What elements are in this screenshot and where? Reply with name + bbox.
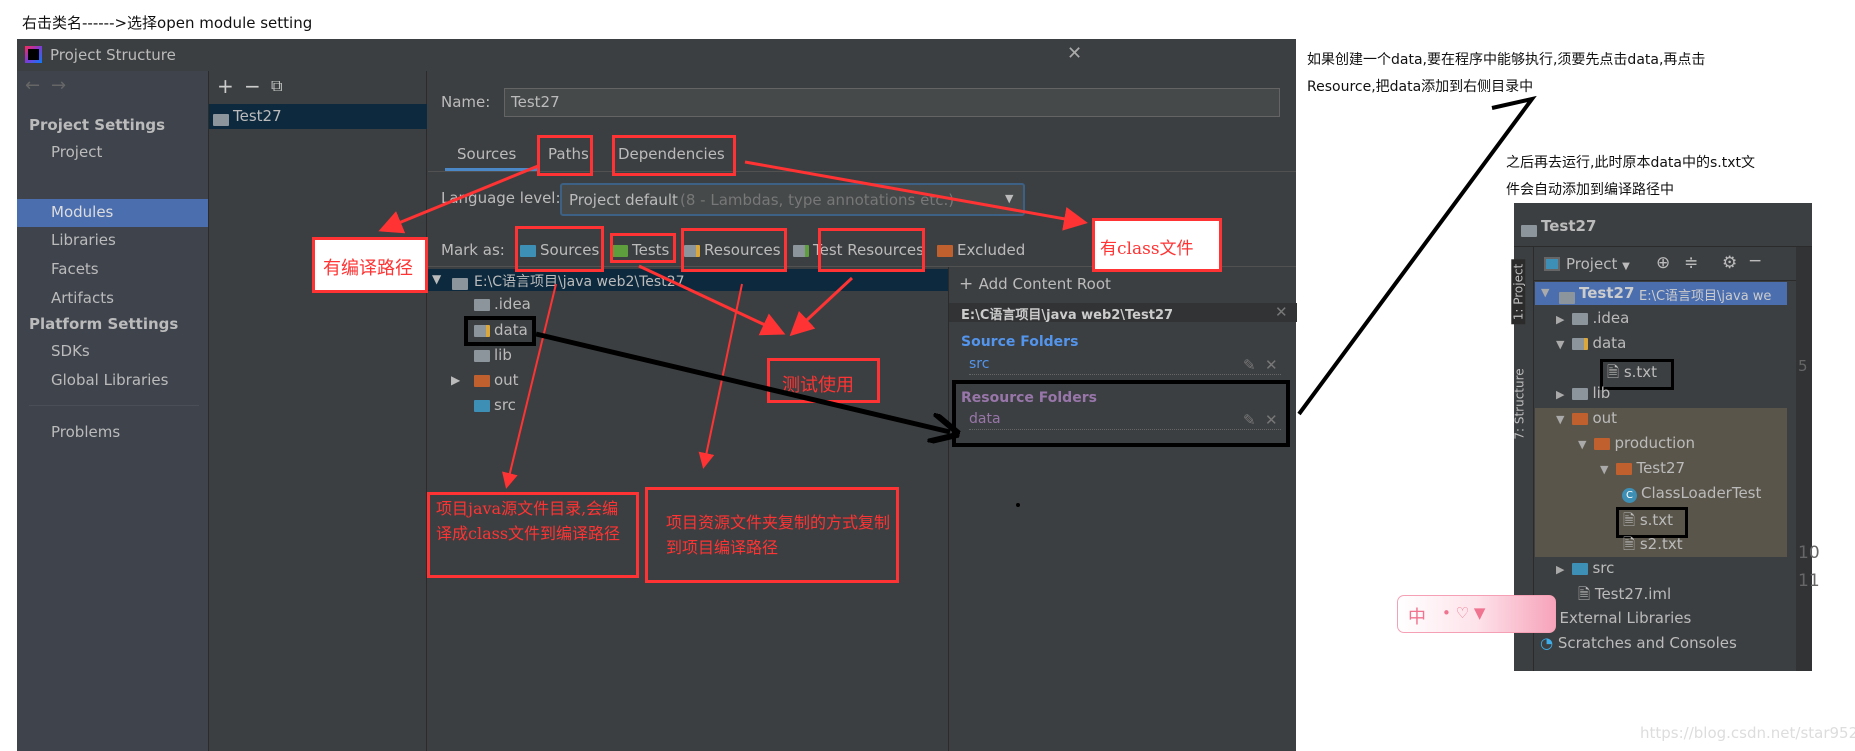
- arrow-tests-to-test-use: [638, 264, 786, 336]
- arrow-sources-to-note: [502, 283, 557, 489]
- arrow-data-to-resource-folders: [535, 331, 950, 432]
- arrow-to-note: [1297, 95, 1537, 416]
- arrow-test-resources-to-test-use: [789, 276, 854, 337]
- arrow-paths-to-compile-path: [378, 164, 539, 234]
- arrow-dependencies-to-class-files: [744, 160, 1088, 231]
- annotation-arrows: [378, 95, 1537, 489]
